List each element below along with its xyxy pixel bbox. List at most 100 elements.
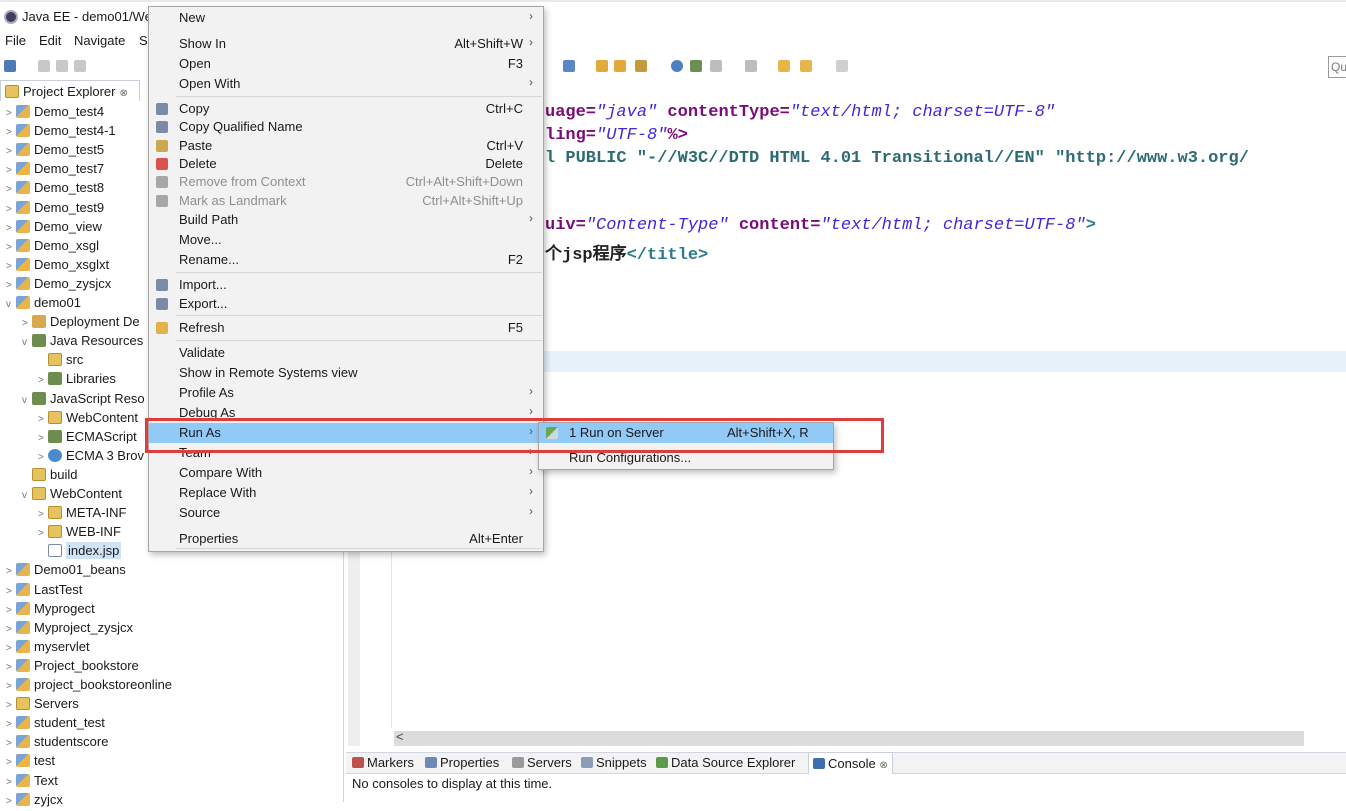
tree-item-meta-inf[interactable]: > META-INF xyxy=(38,503,126,522)
tree-item-webcontent-js[interactable]: > WebContent xyxy=(38,408,138,427)
menu-item-import[interactable]: Import... xyxy=(149,275,543,295)
menu-item-show-in[interactable]: Show In Alt+Shift+W › xyxy=(149,34,543,54)
tab-properties[interactable]: Properties xyxy=(425,755,499,770)
next-annotation-icon[interactable] xyxy=(745,60,757,72)
open-type-icon[interactable] xyxy=(596,60,608,72)
print-icon[interactable] xyxy=(74,60,86,72)
tree-item-deployment-descriptor[interactable]: > Deployment De xyxy=(22,312,140,331)
tree-item-demo01-beans[interactable]: > Demo01_beans xyxy=(6,560,126,579)
menu-item-source[interactable]: Source › xyxy=(149,503,543,523)
tree-item-ecma3-browser[interactable]: > ECMA 3 Brov xyxy=(38,446,144,465)
menu-item-show-in-remote-systems[interactable]: Show in Remote Systems view xyxy=(149,363,543,383)
tree-item-myprogect[interactable]: > Myprogect xyxy=(6,599,95,618)
menu-file[interactable]: File xyxy=(5,33,26,48)
annotation-icon[interactable] xyxy=(710,60,722,72)
tree-item-demo-xsgl[interactable]: > Demo_xsgl xyxy=(6,236,99,255)
tree-item-demo-test7[interactable]: > Demo_test7 xyxy=(6,159,104,178)
tree-item-demo-test8[interactable]: > Demo_test8 xyxy=(6,178,104,197)
wand-icon[interactable] xyxy=(635,60,647,72)
tree-item-src[interactable]: src xyxy=(38,350,83,369)
last-edit-icon[interactable] xyxy=(778,60,790,72)
web-browser-icon[interactable] xyxy=(563,60,575,72)
tree-item-demo-zysjcx[interactable]: > Demo_zysjcx xyxy=(6,274,111,293)
menu-item-delete[interactable]: Delete Delete xyxy=(149,154,543,174)
menu-navigate[interactable]: Navigate xyxy=(74,33,125,48)
expanded-arrow-icon[interactable]: v xyxy=(22,391,32,410)
globe-icon[interactable] xyxy=(671,60,683,72)
tree-item-lasttest[interactable]: > LastTest xyxy=(6,580,82,599)
tab-console[interactable]: Console ⊗ xyxy=(808,752,893,774)
quick-access-input[interactable]: Qu xyxy=(1328,56,1346,78)
tab-data-source-explorer[interactable]: Data Source Explorer xyxy=(656,755,795,770)
tree-item-studentscore[interactable]: > studentscore xyxy=(6,732,108,751)
menu-item-copy-qualified-name[interactable]: Copy Qualified Name xyxy=(149,117,543,137)
menu-item-remove-from-context[interactable]: Remove from Context Ctrl+Alt+Shift+Down xyxy=(149,172,543,192)
search-icon[interactable] xyxy=(690,60,702,72)
menu-search[interactable]: S xyxy=(139,33,148,48)
code-line-1[interactable]: uage="java" contentType="text/html; char… xyxy=(545,103,1055,122)
menu-item-move[interactable]: Move... xyxy=(149,230,543,250)
tree-item-myservlet[interactable]: > myservlet xyxy=(6,637,90,656)
tab-servers[interactable]: Servers xyxy=(512,755,572,770)
tree-item-ecmascript[interactable]: > ECMAScript xyxy=(38,427,137,446)
menu-item-rename[interactable]: Rename... F2 xyxy=(149,250,543,270)
tree-item-demo-test5[interactable]: > Demo_test5 xyxy=(6,140,104,159)
code-line-2[interactable]: ling="UTF-8"%> xyxy=(545,126,688,145)
tree-item-libraries[interactable]: > Libraries xyxy=(38,369,116,388)
tree-item-project-bookstore[interactable]: > Project_bookstore xyxy=(6,656,139,675)
tree-item-student-test[interactable]: > student_test xyxy=(6,713,105,732)
menu-edit[interactable]: Edit xyxy=(39,33,61,48)
tree-item-servers[interactable]: > Servers xyxy=(6,694,79,713)
tree-item-myproject-zysjcx[interactable]: > Myproject_zysjcx xyxy=(6,618,133,637)
expanded-arrow-icon[interactable]: v xyxy=(22,486,32,505)
back-icon[interactable] xyxy=(800,60,812,72)
code-line-4[interactable]: uiv="Content-Type" content="text/html; c… xyxy=(545,216,1096,235)
menu-item-compare-with[interactable]: Compare With › xyxy=(149,463,543,483)
close-icon[interactable]: ⊗ xyxy=(119,88,127,99)
menu-item-export[interactable]: Export... xyxy=(149,294,543,314)
forward-icon[interactable] xyxy=(836,60,848,72)
collapsed-arrow-icon[interactable]: > xyxy=(6,792,16,811)
tree-item-webcontent[interactable]: v WebContent xyxy=(22,484,122,503)
scroll-left-icon[interactable]: < xyxy=(396,729,404,744)
menu-item-properties[interactable]: Properties Alt+Enter xyxy=(149,529,543,549)
tree-item-demo-xsglxt[interactable]: > Demo_xsglxt xyxy=(6,255,109,274)
menu-item-validate[interactable]: Validate xyxy=(149,343,543,363)
tree-item-javascript-resources[interactable]: v JavaScript Reso xyxy=(22,389,145,408)
menu-item-profile-as[interactable]: Profile As › xyxy=(149,383,543,403)
tree-item-java-resources[interactable]: v Java Resources xyxy=(22,331,143,350)
menu-item-paste[interactable]: Paste Ctrl+V xyxy=(149,136,543,156)
menu-item-open-with[interactable]: Open With › xyxy=(149,74,543,94)
code-line-5[interactable]: 个jsp程序</title> xyxy=(545,239,708,265)
tree-item-web-inf[interactable]: > WEB-INF xyxy=(38,522,121,541)
tree-item-demo-view[interactable]: > Demo_view xyxy=(6,217,102,236)
tree-item-index-jsp[interactable]: index.jsp xyxy=(38,541,122,560)
save-all-icon[interactable] xyxy=(56,60,68,72)
tree-item-zyjcx[interactable]: > zyjcx xyxy=(6,790,63,809)
tree-item-project-bookstoreonline[interactable]: > project_bookstoreonline xyxy=(6,675,172,694)
horizontal-scrollbar[interactable] xyxy=(394,731,1304,746)
tree-item-demo-test4-1[interactable]: > Demo_test4-1 xyxy=(6,121,116,140)
menu-item-refresh[interactable]: Refresh F5 xyxy=(149,318,543,338)
menu-item-mark-as-landmark[interactable]: Mark as Landmark Ctrl+Alt+Shift+Up xyxy=(149,191,543,211)
code-line-3[interactable]: l PUBLIC "-//W3C//DTD HTML 4.01 Transiti… xyxy=(545,149,1249,168)
menu-item-new[interactable]: New › xyxy=(149,8,543,28)
tree-item-demo-test9[interactable]: > Demo_test9 xyxy=(6,198,104,217)
tree-item-test[interactable]: > test xyxy=(6,751,55,770)
close-icon[interactable]: ⊗ xyxy=(879,760,887,771)
menu-item-copy[interactable]: Copy Ctrl+C xyxy=(149,99,543,119)
new-icon[interactable] xyxy=(4,60,16,72)
tab-markers[interactable]: Markers xyxy=(352,755,414,770)
tab-snippets[interactable]: Snippets xyxy=(581,755,647,770)
tree-item-demo-test4[interactable]: > Demo_test4 xyxy=(6,102,104,121)
menu-item-open[interactable]: Open F3 xyxy=(149,54,543,74)
expanded-arrow-icon[interactable]: v xyxy=(22,333,32,352)
tree-item-text[interactable]: > Text xyxy=(6,771,58,790)
menu-item-replace-with[interactable]: Replace With › xyxy=(149,483,543,503)
tree-item-build[interactable]: build xyxy=(22,465,77,484)
tab-project-explorer[interactable]: Project Explorer ⊗ xyxy=(0,80,140,101)
menu-item-build-path[interactable]: Build Path › xyxy=(149,210,543,230)
expanded-arrow-icon[interactable]: v xyxy=(6,295,16,314)
tree-item-demo01[interactable]: v demo01 xyxy=(6,293,81,312)
save-icon[interactable] xyxy=(38,60,50,72)
